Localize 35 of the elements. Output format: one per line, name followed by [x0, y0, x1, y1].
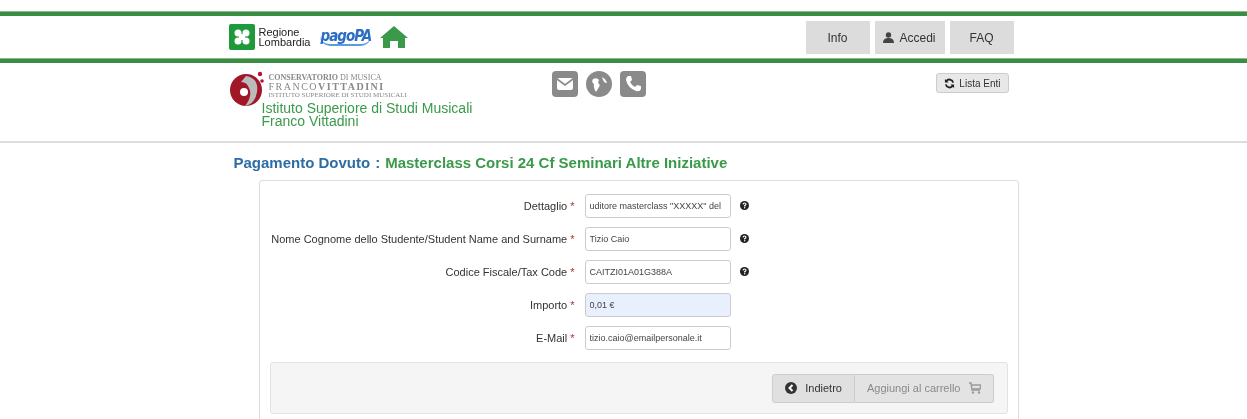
payment-name: Masterclass Corsi 24 Cf Seminari Altre Iniziative — [385, 154, 728, 173]
back-icon — [785, 382, 798, 394]
help-icon[interactable] — [739, 234, 749, 243]
input-field[interactable]: CAITZI01A01G388A — [584, 259, 731, 284]
help-icon[interactable] — [739, 201, 749, 210]
page-title: Pagamento Dovuto — [233, 154, 371, 173]
field-label: Importo * — [528, 298, 575, 311]
cart-icon — [968, 382, 981, 394]
globe-icon[interactable] — [586, 71, 613, 97]
pagopa-logo[interactable]: pagoPA — [320, 28, 372, 46]
input-field[interactable]: Tizio Caio — [584, 226, 731, 251]
user-icon — [883, 32, 895, 43]
region-logo-text: Regione Lombardia — [258, 27, 311, 47]
institution-list-button[interactable]: Lista Enti — [936, 73, 1009, 93]
logo-text: FRANCOVITTADINI — [268, 82, 386, 91]
institution-name: Istituto Superiore di Studi Musicali Franco Vittadini — [261, 102, 473, 128]
input-field[interactable]: tizio.caio@emailpersonale.it — [584, 325, 731, 350]
input-field[interactable]: uditore masterclass "XXXXX" del — [584, 193, 731, 218]
region-logo-icon — [228, 24, 255, 50]
field-label: Codice Fiscale/Tax Code * — [444, 265, 575, 278]
field-label: Nome Cognome dello Studente/Student Name and Surname * — [270, 232, 575, 245]
input-field[interactable]: 0,01 € — [584, 292, 731, 317]
home-icon[interactable] — [379, 25, 410, 49]
field-label: E-Mail * — [535, 331, 575, 344]
title-separator: : — [375, 154, 381, 173]
nav-button[interactable]: Accedi — [874, 21, 945, 54]
refresh-icon — [944, 77, 956, 89]
phone-icon[interactable] — [620, 71, 647, 97]
mail-icon[interactable] — [552, 71, 579, 97]
back-button[interactable]: Indietro — [772, 373, 855, 403]
nav-button[interactable]: Info — [805, 21, 870, 54]
help-icon[interactable] — [739, 267, 749, 276]
nav-button[interactable]: FAQ — [949, 21, 1014, 54]
logo-text: CONSERVATORIO DI MUSICA — [268, 73, 383, 82]
field-label: Dettaglio * — [522, 199, 575, 212]
